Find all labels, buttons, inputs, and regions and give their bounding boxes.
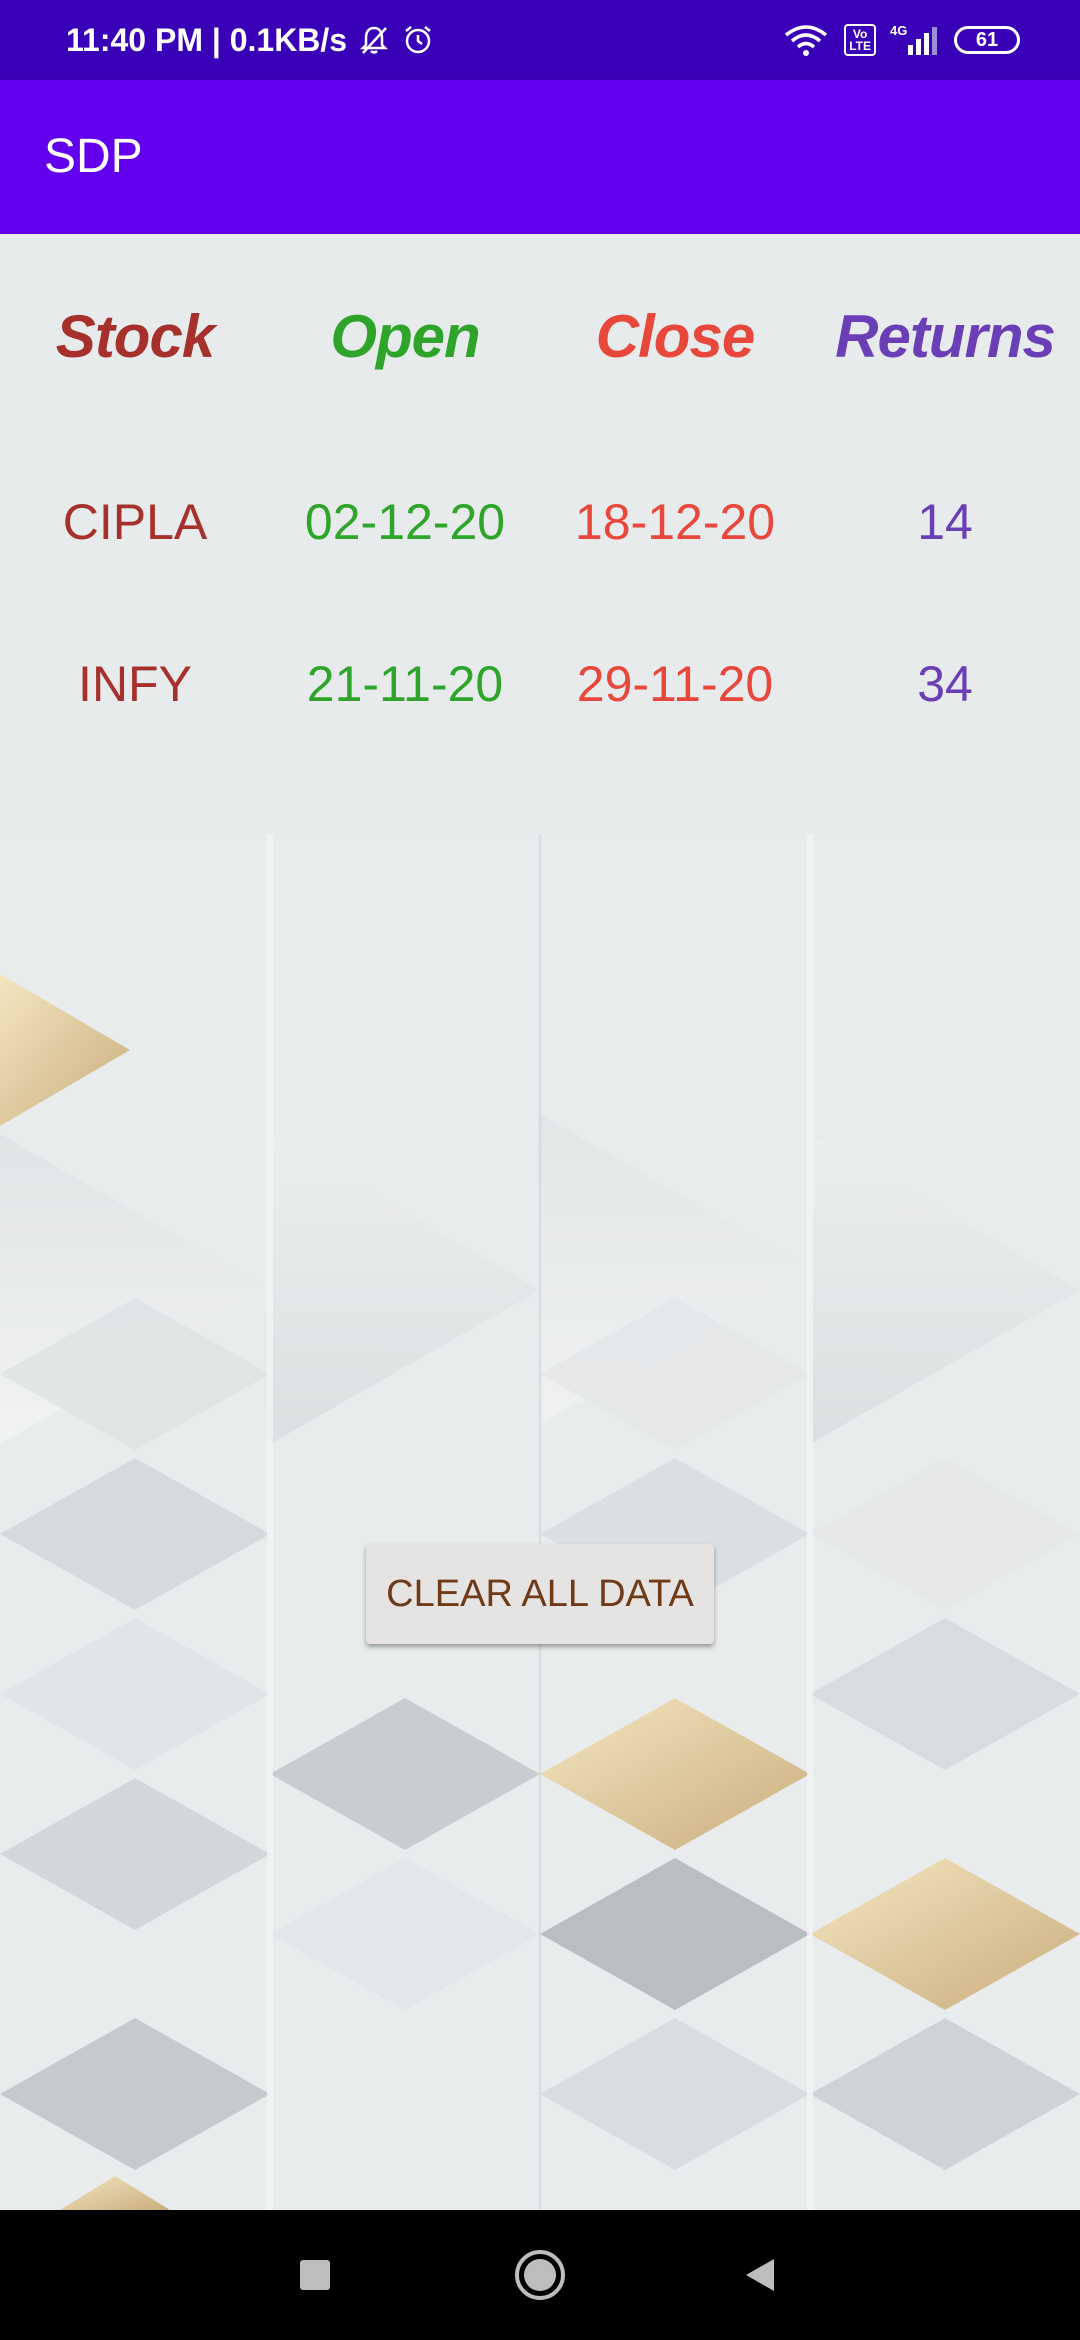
content-area: Stock Open Close Returns CIPLA 02-12-20 … [0,234,1080,2210]
network-label: 4G [890,23,907,38]
signal-icon: 4G [890,23,940,57]
cell-open: 02-12-20 [304,494,506,550]
table-row: INFY 21-11-20 29-11-20 34 [0,624,1080,744]
header-returns: Returns [835,302,1056,370]
cell-close: 18-12-20 [574,494,776,550]
table-header-row: Stock Open Close Returns [0,276,1080,396]
cell-stock: CIPLA [62,494,208,550]
cell-close: 29-11-20 [576,656,774,712]
header-close: Close [595,302,755,370]
back-button[interactable] [700,2210,820,2340]
battery-indicator: 61 [954,26,1020,54]
circle-icon [515,2250,565,2300]
header-open: Open [330,302,480,370]
alarm-icon [401,23,435,57]
status-bar: 11:40 PM | 0.1KB/s Vo LTE 4G 61 [0,0,1080,80]
cell-returns: 14 [917,494,973,550]
header-stock: Stock [55,302,215,370]
app-title: SDP [44,130,143,183]
recent-apps-button[interactable] [255,2210,375,2340]
status-time-speed: 11:40 PM | 0.1KB/s [66,21,348,58]
table-row: CIPLA 02-12-20 18-12-20 14 [0,462,1080,582]
status-left: 11:40 PM | 0.1KB/s [66,0,435,80]
battery-level: 61 [975,28,999,51]
navigation-bar [0,2210,1080,2340]
volte-badge: Vo LTE [844,24,876,56]
cell-open: 21-11-20 [306,656,504,712]
app-bar: SDP [0,80,1080,234]
triangle-back-icon [746,2259,774,2291]
cell-stock: INFY [78,656,192,712]
status-right: Vo LTE 4G 61 [782,0,1020,80]
clear-all-data-button[interactable]: CLEAR ALL DATA [366,1544,714,1644]
cell-returns: 34 [917,656,973,712]
wifi-icon [782,23,830,57]
square-icon [300,2260,330,2290]
home-button[interactable] [480,2210,600,2340]
mute-bell-icon [357,23,391,57]
